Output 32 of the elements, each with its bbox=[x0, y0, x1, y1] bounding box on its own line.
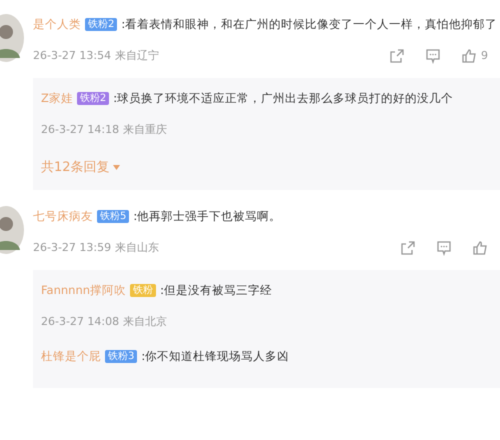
comment-icon[interactable] bbox=[425, 48, 441, 64]
more-replies-link[interactable]: 共12条回复 bbox=[41, 150, 120, 176]
fan-badge: 铁粉3 bbox=[105, 350, 138, 362]
caret-icon[interactable] bbox=[112, 164, 120, 170]
user-name[interactable]: 七号床病友 bbox=[33, 206, 93, 226]
comment-icon[interactable] bbox=[436, 240, 452, 256]
fan-badge: 铁粉 bbox=[130, 284, 156, 296]
thumbs-up-icon[interactable] bbox=[461, 48, 477, 64]
comment-text: :但是没有被骂三字经 bbox=[160, 282, 272, 299]
user-name[interactable]: Fannnnn撑阿吹 bbox=[41, 280, 126, 300]
location-text: 来自北京 bbox=[123, 314, 168, 330]
timestamp: 26-3-27 14:18 bbox=[41, 122, 120, 138]
thumbs-up-icon[interactable] bbox=[472, 240, 488, 256]
location-text: 来自山东 bbox=[115, 240, 160, 256]
timestamp: 26-3-27 13:59 bbox=[33, 240, 112, 256]
like-count: 9 bbox=[481, 48, 488, 64]
share-icon[interactable] bbox=[400, 240, 416, 256]
user-name[interactable]: Z家娃 bbox=[41, 88, 73, 108]
comment-text: :他再郭士强手下也被骂啊。 bbox=[133, 208, 282, 225]
comment-text: :看着表情和眼神，和在广州的时候比像变了一个人一样，真怕他抑郁了 bbox=[121, 16, 498, 33]
timestamp: 26-3-27 14:08 bbox=[41, 314, 120, 330]
share-icon[interactable] bbox=[389, 48, 405, 64]
fan-badge: 铁粉5 bbox=[97, 210, 130, 222]
fan-badge: 铁粉2 bbox=[85, 18, 118, 30]
comment-text: :你不知道杜锋现场骂人多凶 bbox=[141, 348, 290, 365]
location-text: 来自重庆 bbox=[123, 122, 168, 138]
user-name[interactable]: 杜锋是个屁 bbox=[41, 346, 101, 366]
timestamp: 26-3-27 13:54 bbox=[33, 48, 112, 64]
location-text: 来自辽宁 bbox=[115, 48, 160, 64]
comment-text: :球员换了环境不适应正常，广州出去那么多球员打的好的没几个 bbox=[113, 90, 454, 107]
user-name[interactable]: 是个人类 bbox=[33, 14, 81, 34]
fan-badge: 铁粉2 bbox=[76, 92, 110, 104]
